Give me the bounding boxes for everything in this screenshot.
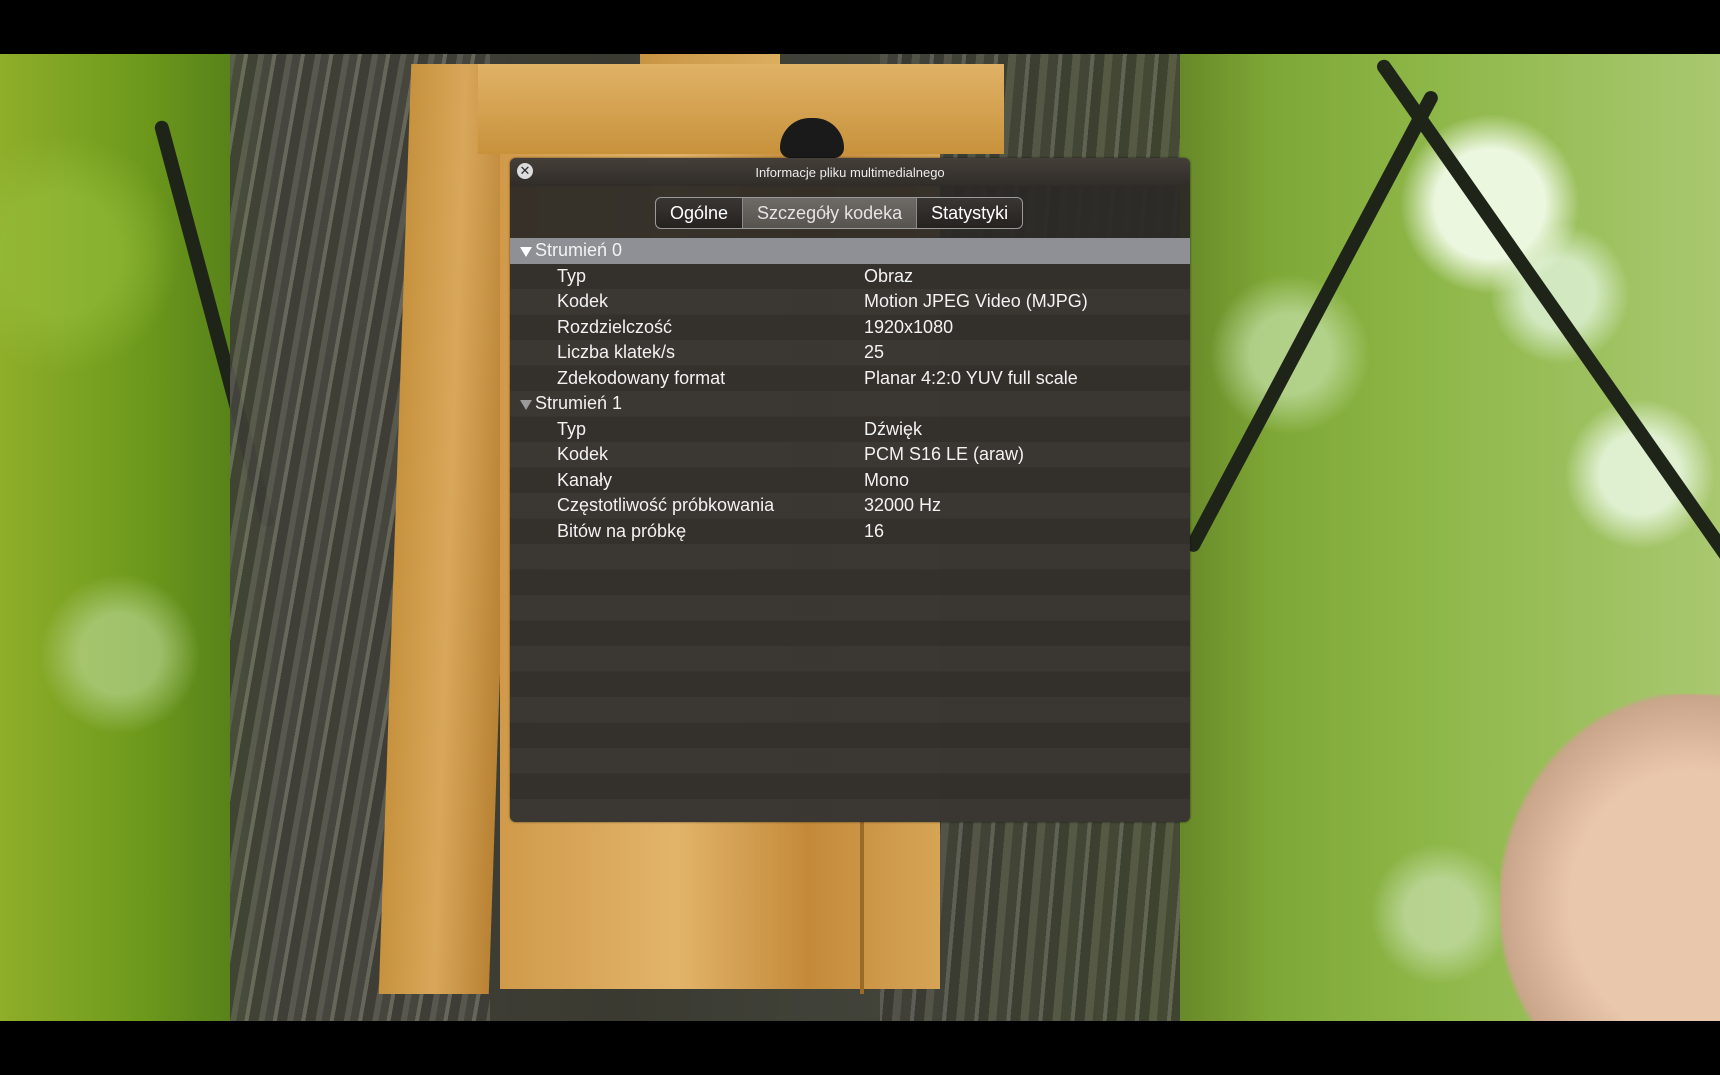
stream-header[interactable]: Strumień 1 — [510, 391, 1190, 417]
property-value: Motion JPEG Video (MJPG) — [864, 291, 1088, 311]
property-value: Obraz — [864, 265, 914, 286]
branch — [1374, 56, 1720, 639]
property-row[interactable]: Rozdzielczość 1920x1080 — [510, 315, 1190, 341]
property-key: Kodek — [557, 291, 609, 311]
property-key: Kanały — [557, 469, 613, 490]
property-value: Dźwięk — [864, 418, 923, 439]
property-key: Zdekodowany format — [557, 367, 726, 388]
property-key: Bitów na próbkę — [557, 520, 687, 541]
property-key: Liczba klatek/s — [557, 342, 676, 362]
dialog-title: Informacje pliku multimedialnego — [755, 165, 945, 180]
stream-header[interactable]: Strumień 0 — [510, 238, 1190, 264]
property-value: Planar 4:2:0 YUV full scale — [864, 367, 1078, 388]
stream-label: Strumień 0 — [535, 240, 623, 260]
tab-bar: Ogólne Szczegóły kodeka Statystyki — [655, 197, 1024, 229]
property-value: Mono — [864, 469, 910, 490]
stream-label: Strumień 1 — [535, 393, 623, 413]
property-value: 32000 Hz — [864, 495, 942, 515]
property-row[interactable]: Bitów na próbkę 16 — [510, 519, 1190, 545]
property-value: 1920x1080 — [864, 316, 954, 337]
property-key: Rozdzielczość — [557, 316, 673, 337]
property-key: Typ — [557, 418, 587, 439]
media-info-dialog: ✕ Informacje pliku multimedialnego Ogóln… — [510, 158, 1190, 822]
property-row[interactable]: Kanały Mono — [510, 468, 1190, 494]
tab-codec-details[interactable]: Szczegóły kodeka — [742, 198, 917, 228]
tab-statistics[interactable]: Statystyki — [916, 198, 1022, 228]
property-row[interactable]: Kodek Motion JPEG Video (MJPG) — [510, 289, 1190, 315]
property-row[interactable]: Liczba klatek/s 25 — [510, 340, 1190, 366]
disclosure-triangle-icon[interactable] — [520, 247, 532, 257]
codec-tree: Strumień 0 Typ Obraz Kodek Motion JPEG V… — [510, 238, 1190, 822]
property-row[interactable]: Częstotliwość próbkowania 32000 Hz — [510, 493, 1190, 519]
property-row[interactable]: Typ Obraz — [510, 264, 1190, 290]
property-row[interactable]: Zdekodowany format Planar 4:2:0 YUV full… — [510, 366, 1190, 392]
property-value: PCM S16 LE (araw) — [864, 444, 1025, 464]
titlebar: ✕ Informacje pliku multimedialnego — [510, 158, 1190, 186]
disclosure-triangle-icon[interactable] — [520, 400, 532, 410]
property-key: Częstotliwość próbkowania — [557, 495, 775, 515]
plank-seam — [860, 814, 864, 994]
branch — [1183, 88, 1441, 555]
property-value: 25 — [864, 342, 885, 362]
tab-general[interactable]: Ogólne — [656, 198, 742, 228]
hand — [1500, 694, 1720, 1021]
property-value: 16 — [864, 520, 885, 541]
property-key: Typ — [557, 265, 587, 286]
birdhouse-roof — [478, 64, 1004, 154]
property-row[interactable]: Kodek PCM S16 LE (araw) — [510, 442, 1190, 468]
property-key: Kodek — [557, 444, 609, 464]
property-row[interactable]: Typ Dźwięk — [510, 417, 1190, 443]
